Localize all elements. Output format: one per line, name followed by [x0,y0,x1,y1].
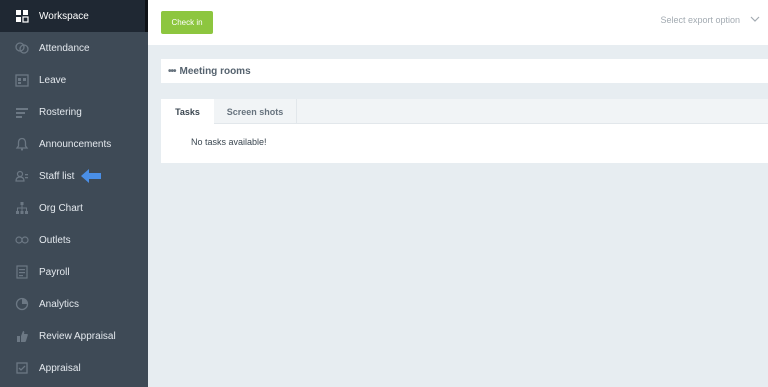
sidebar-item-workspace[interactable]: Workspace [0,0,148,32]
sidebar-item-attendance[interactable]: Attendance [0,32,148,64]
bell-icon [15,137,29,151]
rostering-icon [15,105,29,119]
sidebar-item-label: Org Chart [39,202,83,214]
appraisal-icon [15,361,29,375]
sidebar: Workspace Attendance Leave Rostering Ann… [0,0,148,387]
sidebar-item-analytics[interactable]: Analytics [0,288,148,320]
sidebar-item-label: Review Appraisal [39,330,116,342]
sidebar-item-label: Rostering [39,106,82,118]
empty-tasks-message: No tasks available! [191,137,267,147]
sidebar-item-review-appraisal[interactable]: Review Appraisal [0,320,148,352]
sidebar-item-leave[interactable]: Leave [0,64,148,96]
sidebar-item-label: Announcements [39,138,112,150]
sidebar-item-label: Leave [39,74,67,86]
sidebar-item-label: Workspace [39,10,89,22]
meeting-rooms-bar[interactable]: ••• Meeting rooms [161,59,768,83]
org-chart-icon [15,201,29,215]
meeting-rooms-title: Meeting rooms [179,65,251,77]
sidebar-item-label: Appraisal [39,362,81,374]
sidebar-item-label: Staff list [39,170,75,182]
tab-screen-shots[interactable]: Screen shots [214,99,297,124]
analytics-icon [15,297,29,311]
staff-icon [15,169,29,183]
export-option-placeholder: Select export option [660,15,740,25]
attendance-icon [15,41,29,55]
workspace-icon [15,9,29,23]
review-appraisal-icon [15,329,29,343]
top-header: Check in Select export option [148,0,768,45]
tasks-panel: Tasks Screen shots No tasks available! [161,99,768,163]
sidebar-item-org-chart[interactable]: Org Chart [0,192,148,224]
sidebar-item-payroll[interactable]: Payroll [0,256,148,288]
sidebar-item-label: Outlets [39,234,71,246]
sidebar-item-staff-list[interactable]: Staff list [0,160,148,192]
sidebar-item-label: Attendance [39,42,90,54]
export-option-select[interactable]: Select export option [660,15,760,25]
tab-tasks[interactable]: Tasks [161,99,214,125]
sidebar-item-rostering[interactable]: Rostering [0,96,148,128]
sidebar-item-appraisal[interactable]: Appraisal [0,352,148,384]
sidebar-item-outlets[interactable]: Outlets [0,224,148,256]
leave-icon [15,73,29,87]
tab-bar: Tasks Screen shots [161,99,768,125]
sidebar-item-label: Payroll [39,266,70,278]
check-in-button[interactable]: Check in [161,11,213,34]
outlets-icon [15,233,29,247]
sidebar-item-label: Analytics [39,298,80,310]
payroll-icon [15,265,29,279]
sidebar-item-announcements[interactable]: Announcements [0,128,148,160]
chevron-down-icon [750,15,760,25]
pointer-arrow-icon [80,168,102,189]
dots-icon: ••• [168,65,176,77]
